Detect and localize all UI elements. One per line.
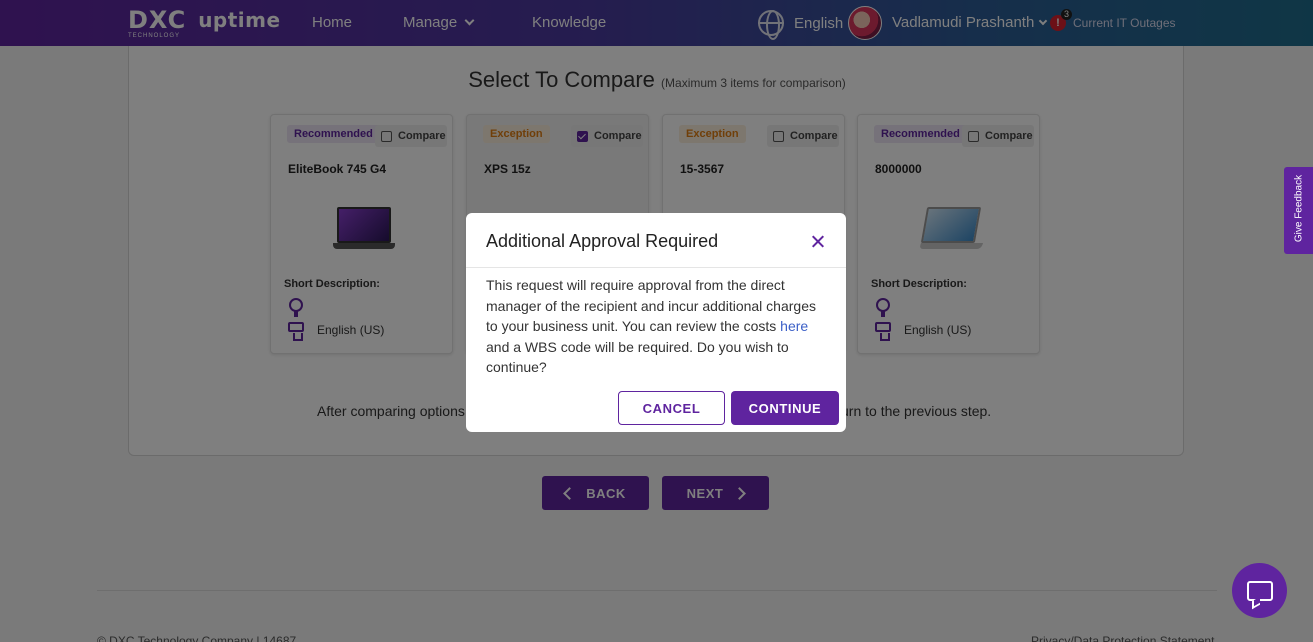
dialog-message: This request will require approval from … <box>486 275 826 378</box>
approval-dialog: Additional Approval Required This reques… <box>466 213 846 432</box>
chat-icon <box>1246 580 1273 601</box>
dialog-title: Additional Approval Required <box>486 231 719 251</box>
dialog-header: Additional Approval Required <box>466 213 846 268</box>
dialog-text-1: This request will require approval from … <box>486 277 816 334</box>
dialog-text-2: and a WBS code will be required. Do you … <box>486 338 789 376</box>
feedback-label: Give Feedback <box>1293 174 1305 243</box>
costs-link[interactable]: here <box>780 318 808 334</box>
continue-button[interactable]: CONTINUE <box>731 391 839 425</box>
cancel-button[interactable]: CANCEL <box>618 391 725 425</box>
chat-button[interactable] <box>1232 563 1287 618</box>
give-feedback-tab[interactable]: Give Feedback <box>1284 167 1313 254</box>
close-icon[interactable] <box>809 232 827 250</box>
